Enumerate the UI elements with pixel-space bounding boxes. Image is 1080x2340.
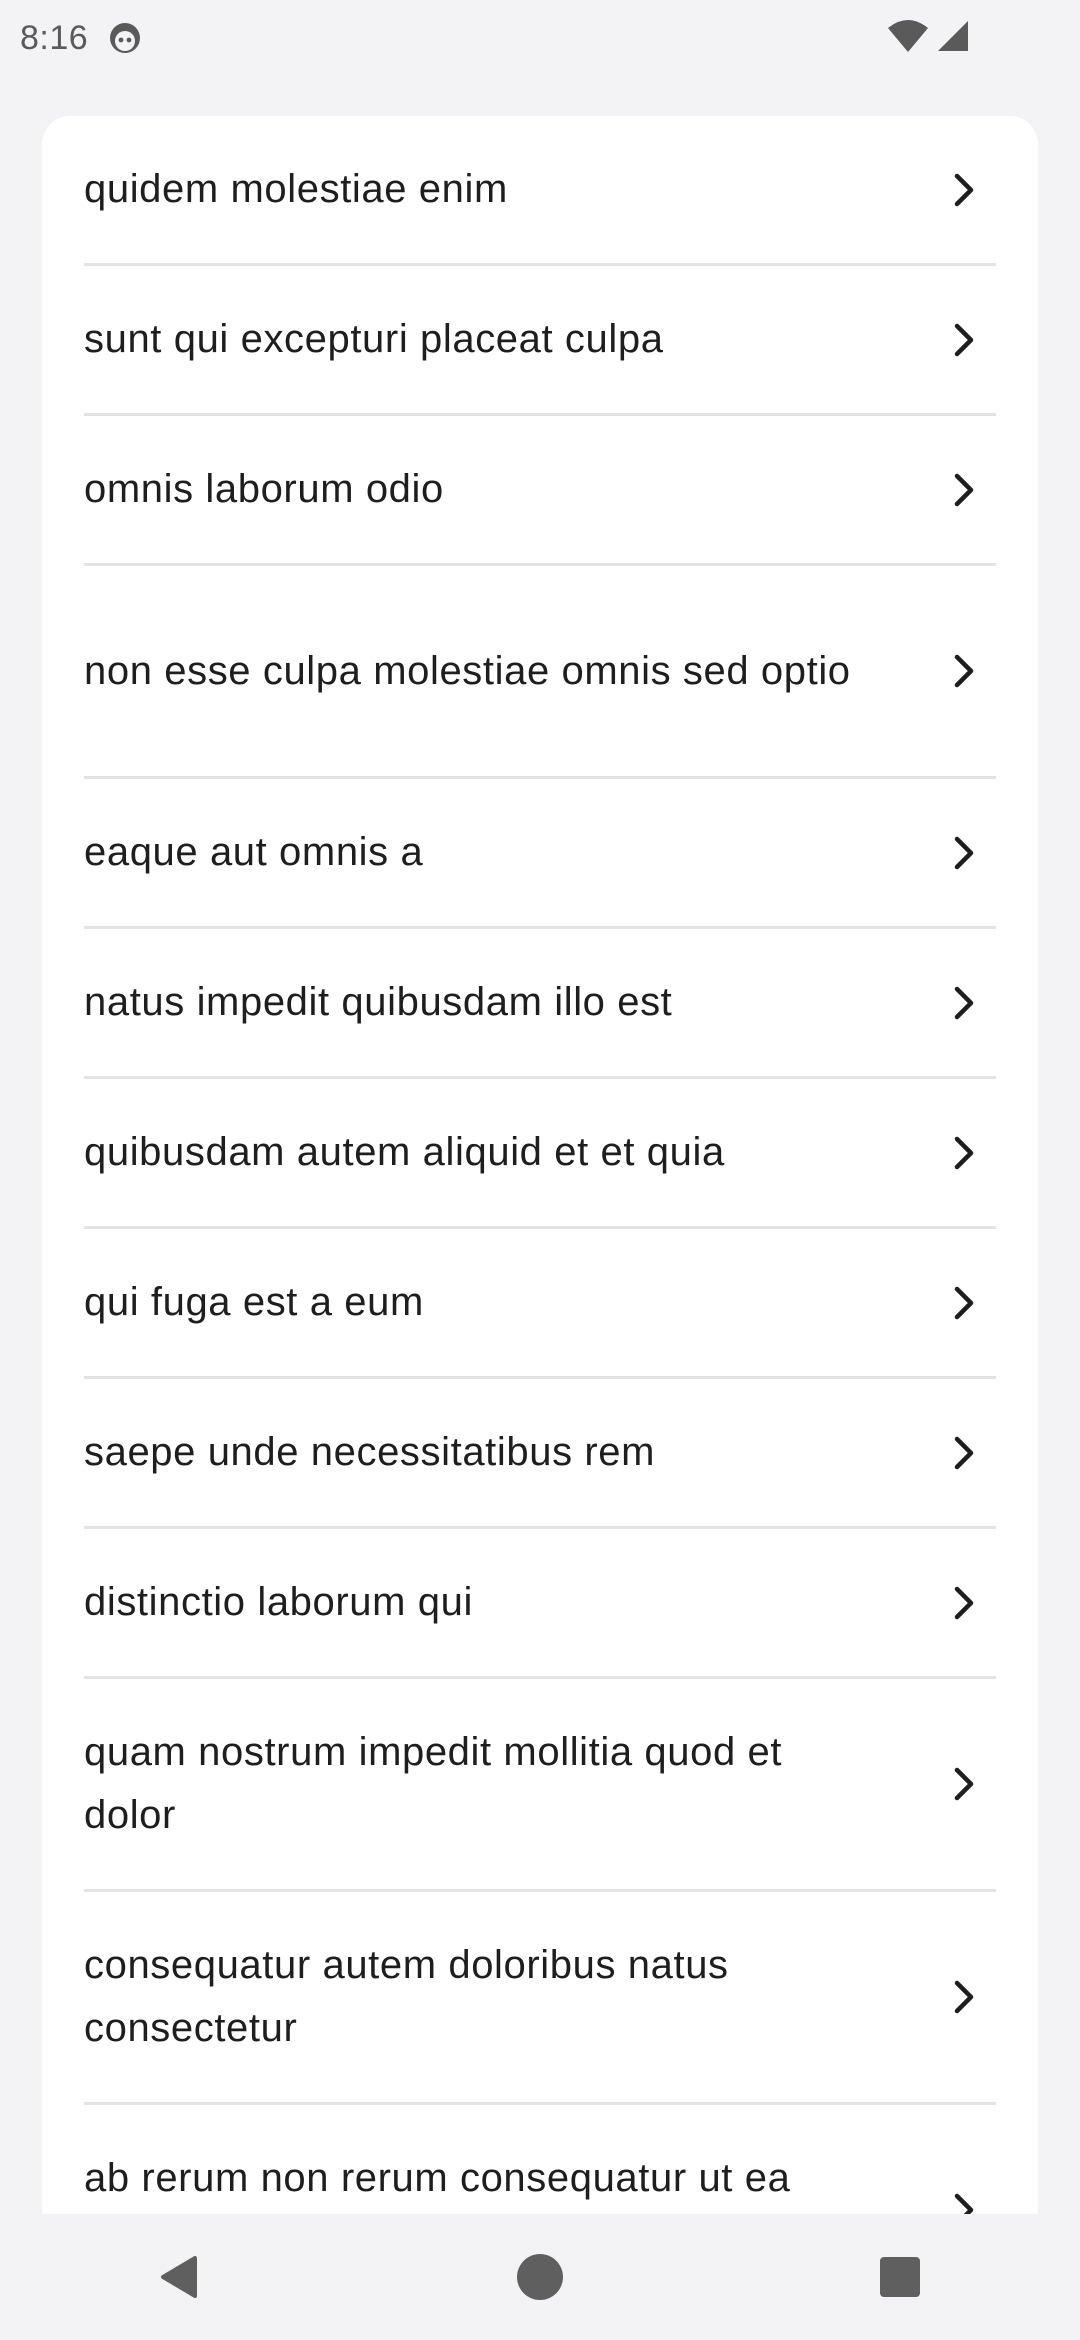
- list-card: quidem molestiae enim sunt qui excepturi…: [42, 116, 1038, 2256]
- home-circle-icon: [517, 2254, 563, 2300]
- list-item[interactable]: natus impedit quibusdam illo est: [84, 929, 996, 1079]
- list-item[interactable]: omnis laborum odio: [84, 416, 996, 566]
- status-bar: 8:16: [0, 0, 1080, 76]
- status-right: [886, 18, 970, 59]
- item-list: quidem molestiae enim sunt qui excepturi…: [42, 116, 1038, 2256]
- list-item[interactable]: qui fuga est a eum: [84, 1229, 996, 1379]
- chevron-right-icon: [954, 1767, 974, 1801]
- list-item-label: natus impedit quibusdam illo est: [84, 980, 673, 1024]
- list-item-label: quibusdam autem aliquid et et quia: [84, 1130, 725, 1174]
- list-item[interactable]: sunt qui excepturi placeat culpa: [84, 266, 996, 416]
- list-item-label: qui fuga est a eum: [84, 1280, 424, 1324]
- chevron-right-icon: [954, 1980, 974, 2014]
- home-button[interactable]: [500, 2237, 580, 2317]
- chevron-right-icon: [954, 173, 974, 206]
- list-item-label: sunt qui excepturi placeat culpa: [84, 317, 664, 361]
- list-item[interactable]: eaque aut omnis a: [84, 779, 996, 929]
- recents-button[interactable]: [860, 2237, 940, 2317]
- list-item[interactable]: non esse culpa molestiae omnis sed optio: [84, 566, 996, 779]
- list-item[interactable]: quibusdam autem aliquid et et quia: [84, 1079, 996, 1229]
- chevron-right-icon: [954, 654, 974, 688]
- chevron-right-icon: [954, 1436, 974, 1469]
- recents-square-icon: [880, 2257, 920, 2297]
- list-item[interactable]: quam nostrum impedit mollitia quod et do…: [84, 1679, 996, 1892]
- list-item[interactable]: quidem molestiae enim: [84, 116, 996, 266]
- list-item[interactable]: distinctio laborum qui: [84, 1529, 996, 1679]
- list-item[interactable]: consequatur autem doloribus natus consec…: [84, 1892, 996, 2105]
- chevron-right-icon: [954, 986, 974, 1019]
- wifi-icon: [886, 18, 930, 59]
- list-item-label: saepe unde necessitatibus rem: [84, 1430, 656, 1474]
- back-button[interactable]: [140, 2237, 220, 2317]
- list-item-label: non esse culpa molestiae omnis sed optio: [84, 648, 851, 693]
- status-time: 8:16: [20, 18, 89, 57]
- android-face-icon: [108, 21, 142, 55]
- chevron-right-icon: [954, 1136, 974, 1169]
- list-item-label: distinctio laborum qui: [84, 1580, 473, 1624]
- chevron-right-icon: [954, 1586, 974, 1619]
- chevron-right-icon: [954, 473, 974, 506]
- chevron-right-icon: [954, 1286, 974, 1319]
- back-triangle-icon: [161, 2256, 197, 2298]
- status-left: 8:16: [20, 19, 142, 58]
- chevron-right-icon: [954, 836, 974, 869]
- list-item-label: omnis laborum odio: [84, 467, 444, 511]
- chevron-right-icon: [954, 323, 974, 356]
- list-item-label: quidem molestiae enim: [84, 167, 508, 211]
- list-item-label: consequatur autem doloribus natus consec…: [84, 1943, 729, 2050]
- list-item-label: quam nostrum impedit mollitia quod et do…: [84, 1730, 783, 1837]
- navigation-bar: [0, 2214, 1080, 2340]
- cell-signal-icon: [936, 19, 970, 58]
- list-item[interactable]: saepe unde necessitatibus rem: [84, 1379, 996, 1529]
- list-item-label: eaque aut omnis a: [84, 830, 424, 874]
